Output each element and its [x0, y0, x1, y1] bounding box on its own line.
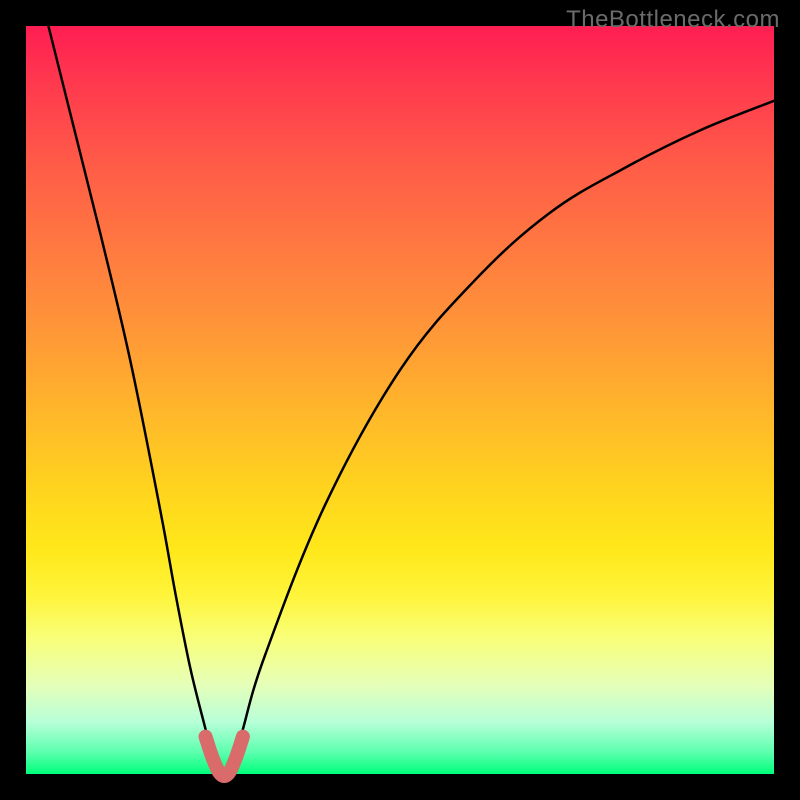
curve-highlight: [206, 737, 243, 776]
bottleneck-curve: [48, 26, 774, 776]
curve-svg: [26, 26, 774, 774]
watermark-text: TheBottleneck.com: [566, 6, 780, 34]
plot-area: [26, 26, 774, 774]
